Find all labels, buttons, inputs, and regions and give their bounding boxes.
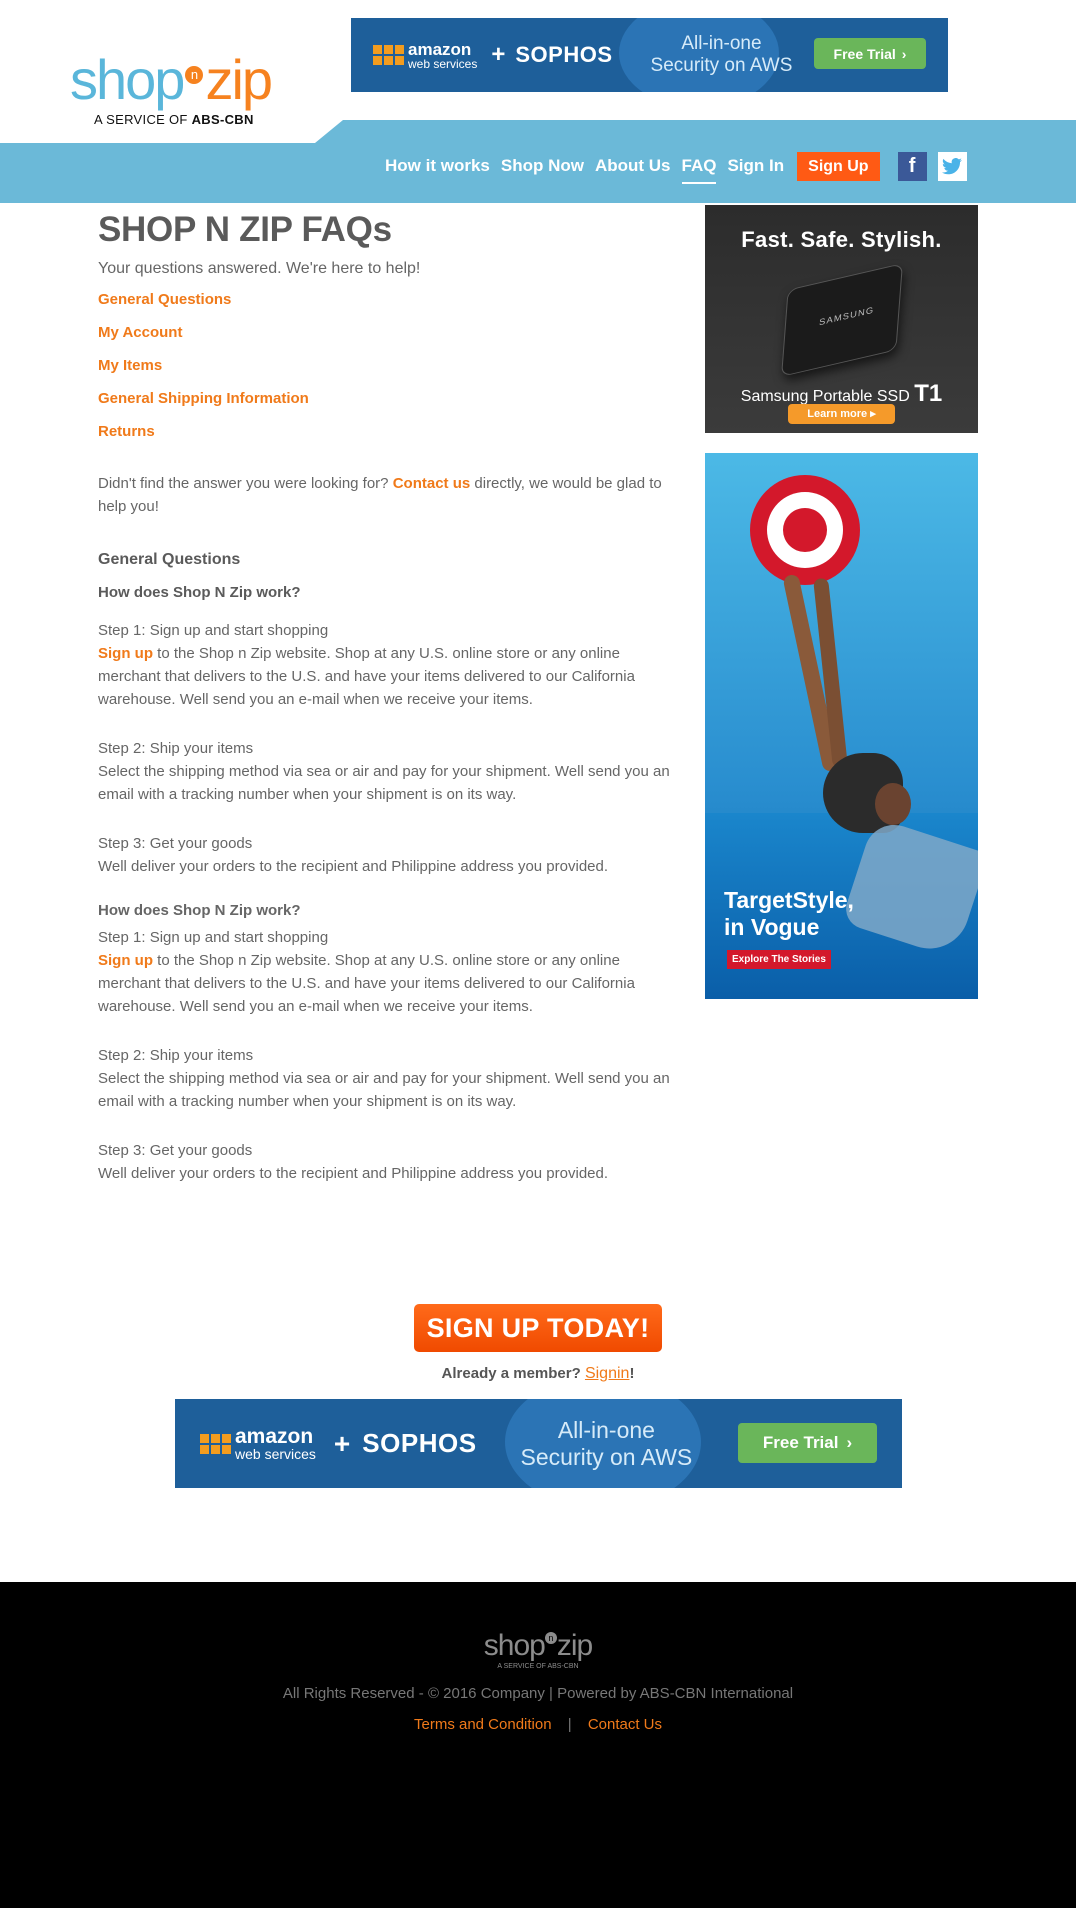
copyright-text: All Rights Reserved - © 2016 Company | P… [282,1685,794,1702]
toc-my-account[interactable]: My Account [98,325,678,358]
page-title: SHOP N ZIP FAQs [98,210,392,249]
free-trial-button[interactable]: Free Trial › [738,1423,877,1463]
step-2: Step 2: Ship your items Select the shipp… [98,1047,670,1110]
nav-sign-in[interactable]: Sign In [727,152,784,180]
question-heading: How does Shop N Zip work? [98,584,301,601]
sophos-logo: SOPHOS [362,1428,477,1458]
toc-general-shipping[interactable]: General Shipping Information [98,391,678,424]
nav-how-it-works[interactable]: How it works [385,152,490,180]
aws-logo: amazon web services [200,1426,316,1461]
step-1: Step 1: Sign up and start shopping Sign … [98,622,635,708]
already-member-line: Already a member? Signin! [441,1365,635,1382]
aws-cubes-icon [373,45,404,65]
terms-link[interactable]: Terms and Condition [414,1716,552,1733]
step-3: Step 3: Get your goods Well deliver your… [98,1142,609,1182]
model-image [875,783,911,825]
footer-links: Terms and Condition | Contact Us [0,1716,1076,1733]
steps-list: Step 1: Sign up and start shopping Sign … [98,926,678,1185]
page-subtitle: Your questions answered. We're here to h… [98,260,421,277]
contact-us-link[interactable]: Contact us [393,475,471,492]
aws-headline: All-in-one Security on AWS [650,33,793,76]
aws-headline: All-in-one Security on AWS [520,1417,693,1470]
link-separator: | [567,1716,572,1733]
free-trial-button[interactable]: Free Trial › [814,38,926,69]
faq-toc: General Questions My Account My Items Ge… [98,292,678,457]
site-footer: shop n zip A SERVICE OF ABS-CBN All Rights… [0,1582,1076,1908]
aws-banner-ad-top[interactable]: amazon web services + SOPHOS All-in-one … [351,18,948,92]
nav-sign-up-button[interactable]: Sign Up [797,151,880,181]
ssd-image: SAMSUNG [781,263,903,377]
logo-tagline: A SERVICE OF ABS-CBN [94,112,254,127]
facebook-icon[interactable]: f [897,151,927,181]
logo-word-shop: shop [70,48,185,111]
sign-up-link[interactable]: Sign up [98,952,153,969]
toc-returns[interactable]: Returns [98,424,678,457]
nav-about-us[interactable]: About Us [595,152,671,180]
shopnzip-logo[interactable]: shop n zip A SERVICE OF ABS-CBN [70,52,310,138]
site-header: shop n zip A SERVICE OF ABS-CBN amazon w… [0,0,1076,203]
section-heading-general: General Questions [98,551,241,568]
steps-list: Step 1: Sign up and start shopping Sign … [98,619,678,878]
main-nav: How it works Shop Now About Us FAQ Sign … [385,150,978,184]
footer-contact-link[interactable]: Contact Us [588,1716,662,1733]
chevron-right-icon: › [901,45,907,62]
plus-sign: + [491,41,506,68]
toc-my-items[interactable]: My Items [98,358,678,391]
target-style-ad[interactable]: TargetStyle, in Vogue Explore The Storie… [705,453,978,999]
nav-faq[interactable]: FAQ [681,152,716,184]
nav-shop-now[interactable]: Shop Now [501,152,584,180]
ad-title: TargetStyle, in Vogue [724,887,854,940]
learn-more-button[interactable]: Learn more ▸ [788,404,895,424]
sign-up-link[interactable]: Sign up [98,645,153,662]
twitter-icon[interactable] [937,151,967,181]
faq-content: SHOP N ZIP FAQs Your questions answered.… [98,210,678,1185]
aws-logo: amazon web services [373,41,477,70]
logo-word-n: n [185,66,204,84]
chevron-right-icon: › [846,1433,853,1452]
signin-link[interactable]: Signin [585,1365,629,1382]
samsung-ssd-ad[interactable]: Fast. Safe. Stylish. SAMSUNG Samsung Por… [705,205,978,433]
plus-sign: + [333,1427,351,1459]
ad-tagline: Fast. Safe. Stylish. [741,227,942,252]
logo-word-zip: zip [205,48,273,111]
question-heading: How does Shop N Zip work? [98,902,301,919]
aws-banner-ad-bottom[interactable]: amazon web services + SOPHOS All-in-one … [175,1399,902,1488]
explore-stories-button[interactable]: Explore The Stories [727,950,831,969]
sign-up-today-button[interactable]: SIGN UP TODAY! [414,1304,662,1352]
step-1: Step 1: Sign up and start shopping Sign … [98,929,635,1015]
step-2: Step 2: Ship your items Select the shipp… [98,740,670,803]
step-3: Step 3: Get your goods Well deliver your… [98,835,609,875]
footer-logo[interactable]: shop n zip A SERVICE OF ABS-CBN [0,1630,1076,1671]
sophos-logo: SOPHOS [515,42,613,67]
twitter-bird-icon [942,157,963,174]
toc-general-questions[interactable]: General Questions [98,292,678,325]
aws-cubes-icon [200,1433,231,1454]
contact-line: Didn't find the answer you were looking … [98,475,662,515]
target-logo-icon [750,475,860,585]
